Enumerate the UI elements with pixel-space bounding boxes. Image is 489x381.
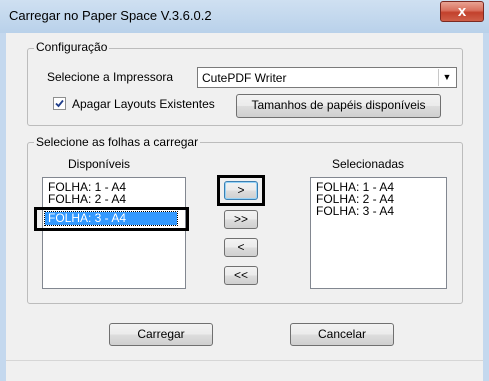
move-one-right-button[interactable]: > [224, 181, 258, 200]
dialog-divider [6, 360, 483, 361]
config-legend: Configuração [34, 40, 110, 54]
checkmark-icon [55, 99, 64, 108]
dialog-window: Carregar no Paper Space V.3.6.0.2 x Conf… [0, 0, 489, 381]
cancel-button[interactable]: Cancelar [290, 323, 394, 346]
move-one-left-button[interactable]: < [224, 238, 258, 257]
available-list[interactable]: FOLHA: 1 - A4 FOLHA: 2 - A4 FOLHA: 3 - A… [42, 177, 186, 289]
close-icon: x [457, 3, 467, 20]
move-all-right-button[interactable]: >> [224, 210, 258, 229]
clear-layouts-label[interactable]: Apagar Layouts Existentes [72, 97, 215, 111]
sheets-legend: Selecione as folhas a carregar [34, 135, 201, 149]
chevron-down-icon[interactable]: ▼ [438, 69, 455, 86]
printer-select-value: CutePDF Writer [202, 71, 287, 85]
title-bar[interactable]: Carregar no Paper Space V.3.6.0.2 x [0, 0, 489, 33]
paper-sizes-button[interactable]: Tamanhos de papéis disponíveis [236, 94, 441, 118]
available-header: Disponíveis [68, 157, 131, 171]
window-title: Carregar no Paper Space V.3.6.0.2 [9, 8, 212, 23]
list-item[interactable]: FOLHA: 2 - A4 [45, 193, 129, 203]
move-all-left-button[interactable]: << [224, 266, 258, 285]
window-frame-right [483, 33, 489, 381]
clear-layouts-checkbox[interactable] [53, 97, 66, 110]
list-item[interactable]: FOLHA: 3 - A4 [313, 205, 397, 218]
close-button[interactable]: x [440, 1, 484, 22]
printer-select[interactable]: CutePDF Writer ▼ [197, 67, 457, 88]
printer-label: Selecione a Impressora [47, 70, 174, 84]
selected-header: Selecionadas [332, 157, 405, 171]
list-item-selected[interactable]: FOLHA: 3 - A4 [44, 211, 178, 226]
load-button[interactable]: Carregar [109, 323, 213, 346]
selected-list[interactable]: FOLHA: 1 - A4 FOLHA: 2 - A4 FOLHA: 3 - A… [310, 177, 447, 289]
